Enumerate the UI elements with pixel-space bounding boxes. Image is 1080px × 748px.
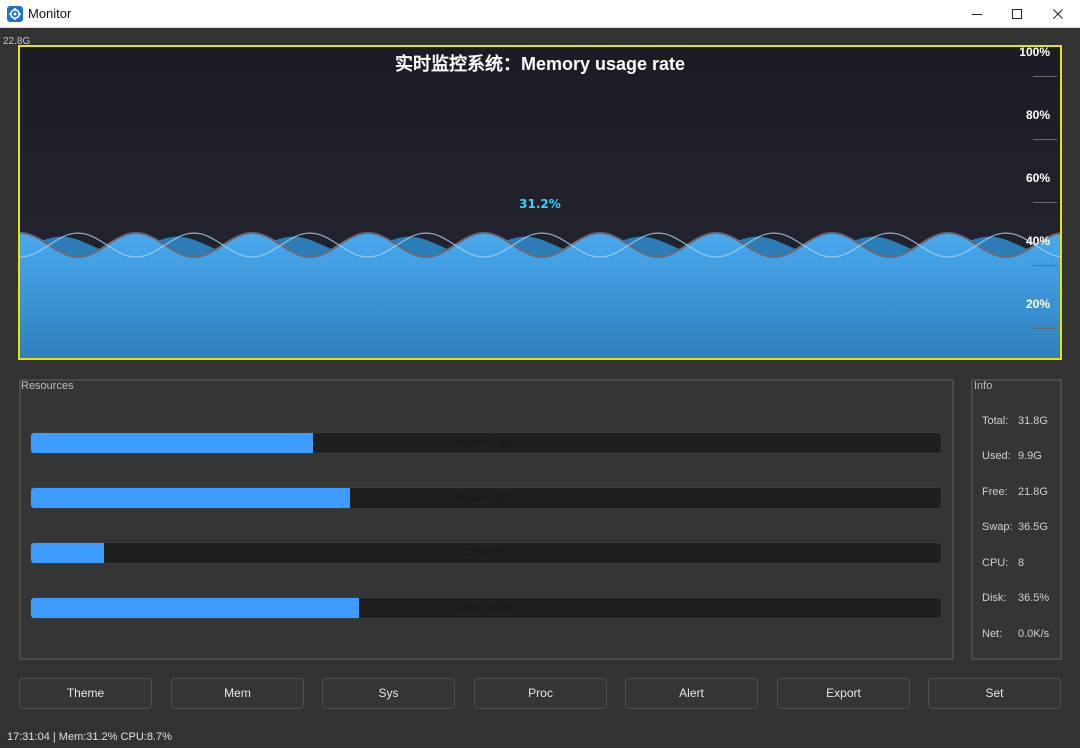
bar-label: Mem: 31% <box>456 436 516 449</box>
export-button[interactable]: Export <box>777 678 910 709</box>
info-value: 8 <box>1018 557 1025 569</box>
disk-progress-bar: Disk: 36% <box>30 597 942 619</box>
tick-mark <box>1033 76 1057 77</box>
resources-group-title: Resources <box>21 380 74 392</box>
minimize-button[interactable] <box>957 0 997 28</box>
bar-label: Swap: 35% <box>455 491 517 504</box>
memory-wave-chart: 实时监控系统：Memory usage rate 31.2% 100% 80% … <box>18 45 1062 360</box>
tick-label: 80% <box>1025 108 1050 122</box>
title-bar[interactable]: Monitor <box>0 0 1080 28</box>
info-value: 36.5% <box>1018 592 1050 604</box>
close-button[interactable] <box>1038 0 1078 28</box>
info-row-cpu: CPU: 8 <box>982 557 1024 569</box>
maximize-button[interactable] <box>997 0 1037 28</box>
close-icon <box>1053 9 1063 19</box>
tick-label: 60% <box>1025 171 1050 185</box>
tick-label: 100% <box>1019 45 1050 59</box>
gear-icon <box>7 6 23 22</box>
info-row-swap: Swap: 36.5G <box>982 521 1048 533</box>
info-value: 36.5G <box>1018 521 1048 533</box>
cpu-progress-bar: CPU: 8% <box>30 542 942 564</box>
set-button[interactable]: Set <box>928 678 1061 709</box>
info-value: 31.8G <box>1018 415 1048 427</box>
info-row-total: Total: 31.8G <box>982 415 1048 427</box>
sys-button[interactable]: Sys <box>322 678 455 709</box>
info-row-free: Free: 21.8G <box>982 486 1048 498</box>
status-bar-text: 17:31:04 | Mem:31.2% CPU:8.7% <box>7 731 172 743</box>
tick-mark <box>1033 265 1057 266</box>
info-key: CPU: <box>982 557 1009 569</box>
theme-button[interactable]: Theme <box>19 678 152 709</box>
mem-progress-bar: Mem: 31% <box>30 432 942 454</box>
info-key: Total: <box>982 415 1009 427</box>
info-row-net: Net: 0.0K/s <box>982 628 1049 640</box>
info-group-title: Info <box>974 380 993 392</box>
tick-label: 20% <box>1025 297 1050 311</box>
info-key: Net: <box>982 628 1003 640</box>
info-value: 21.8G <box>1018 486 1048 498</box>
proc-button[interactable]: Proc <box>474 678 607 709</box>
alert-button[interactable]: Alert <box>625 678 758 709</box>
info-row-used: Used: 9.9G <box>982 450 1042 462</box>
info-value: 9.9G <box>1018 450 1042 462</box>
info-key: Swap: <box>982 521 1013 533</box>
info-key: Free: <box>982 486 1008 498</box>
tick-mark <box>1033 328 1057 329</box>
info-row-disk: Disk: 36.5% <box>982 592 1049 604</box>
chart-title: 实时监控系统：Memory usage rate <box>394 54 686 74</box>
mem-button[interactable]: Mem <box>171 678 304 709</box>
bar-label: CPU: 8% <box>462 546 510 559</box>
info-key: Disk: <box>982 592 1007 604</box>
info-key: Used: <box>982 450 1011 462</box>
tick-label: 40% <box>1025 234 1050 248</box>
memory-usage-value: 31.2% <box>519 197 561 211</box>
window-title: Monitor <box>28 6 72 21</box>
tick-mark <box>1033 139 1057 140</box>
swap-progress-bar: Swap: 35% <box>30 487 942 509</box>
monitor-window: Monitor 22.8G 实时监控系统：Memory usage rate 3… <box>0 0 1080 748</box>
info-value: 0.0K/s <box>1018 628 1050 640</box>
tick-mark <box>1033 202 1057 203</box>
minimize-icon <box>972 14 982 15</box>
bar-label: Disk: 36% <box>458 601 514 614</box>
maximize-icon <box>1012 9 1022 19</box>
